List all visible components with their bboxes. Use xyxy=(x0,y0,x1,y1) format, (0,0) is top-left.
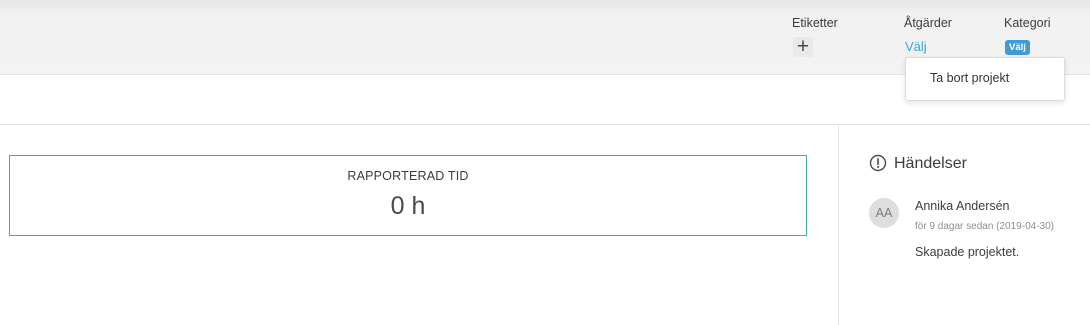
reported-time-value: 0 h xyxy=(390,192,426,220)
event-description: Skapade projektet. xyxy=(915,245,1020,259)
tags-section: Etiketter + xyxy=(792,16,838,57)
avatar: AA xyxy=(869,198,899,228)
alert-circle-icon xyxy=(869,154,887,172)
category-select-badge[interactable]: Välj xyxy=(1005,40,1030,55)
actions-section: Åtgärder Välj xyxy=(904,16,952,54)
sidebar-divider xyxy=(838,125,839,325)
tags-label: Etiketter xyxy=(792,16,838,30)
category-section: Kategori Välj xyxy=(1004,16,1051,55)
actions-label: Åtgärder xyxy=(904,16,952,30)
actions-dropdown-menu: Ta bort projekt xyxy=(905,57,1065,101)
reported-time-card: RAPPORTERAD TID 0 h xyxy=(9,155,807,236)
reported-time-label: RAPPORTERAD TID xyxy=(347,169,469,183)
delete-project-menu-item[interactable]: Ta bort projekt xyxy=(906,58,1064,100)
event-author: Annika Andersén xyxy=(915,199,1010,213)
section-divider xyxy=(0,124,1090,125)
add-tag-button[interactable]: + xyxy=(793,36,813,57)
actions-select-link[interactable]: Välj xyxy=(905,39,927,54)
events-title: Händelser xyxy=(894,155,967,172)
event-timestamp: för 9 dagar sedan (2019-04-30) xyxy=(915,221,1054,232)
category-label: Kategori xyxy=(1004,16,1051,30)
